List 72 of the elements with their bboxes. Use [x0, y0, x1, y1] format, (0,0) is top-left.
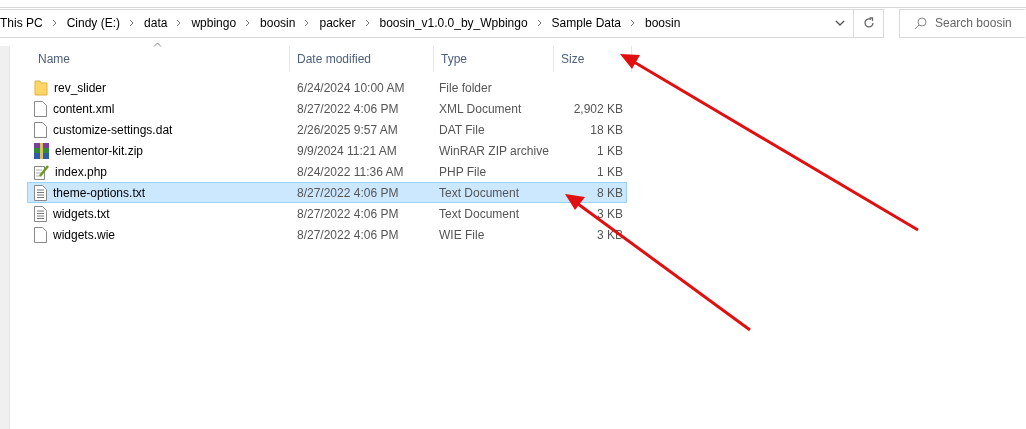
- breadcrumb-item[interactable]: boosin: [645, 16, 681, 30]
- date-modified: 8/27/2022 4:06 PM: [296, 185, 400, 200]
- file-size: 1 KB: [596, 164, 623, 179]
- file-name: rev_slider: [54, 80, 107, 95]
- text-file-icon: [34, 205, 47, 222]
- archive-icon: [34, 142, 49, 159]
- column-header[interactable]: Name: [38, 52, 70, 66]
- file-row[interactable]: elementor-kit.zip 9/9/2024 11:21 AM WinRAR ZIP archive 1 KB: [27, 140, 627, 161]
- breadcrumb-item[interactable]: packer: [319, 16, 356, 30]
- folder-icon: [34, 79, 48, 96]
- breadcrumb-item[interactable]: Cindy (E:): [66, 16, 121, 30]
- file-type: PHP File: [438, 164, 488, 179]
- column-header[interactable]: Date modified: [297, 52, 372, 66]
- refresh-icon: [862, 17, 875, 29]
- refresh-button[interactable]: [854, 8, 884, 38]
- chevron-icon: [364, 19, 371, 27]
- sort-caret-icon: [153, 42, 162, 47]
- breadcrumb-item[interactable]: This PC: [0, 16, 43, 30]
- file-type: Text Document: [438, 185, 521, 200]
- chevron-icon: [51, 19, 58, 27]
- date-modified: 9/9/2024 11:21 AM: [296, 143, 398, 158]
- date-modified: 8/24/2022 11:36 AM: [296, 164, 405, 179]
- date-modified: 8/27/2022 4:06 PM: [296, 206, 400, 221]
- date-modified: 2/26/2025 9:57 AM: [296, 122, 399, 137]
- file-size: 18 KB: [589, 122, 623, 137]
- chevron-icon: [536, 19, 543, 27]
- file-size: 2,902 KB: [572, 101, 623, 116]
- search-field[interactable]: Search boosin: [899, 8, 1025, 38]
- file-type: File folder: [438, 80, 493, 95]
- chevron-icon: [176, 19, 183, 27]
- file-name: theme-options.txt: [53, 185, 146, 200]
- file-name: customize-settings.dat: [53, 122, 173, 137]
- file-row[interactable]: widgets.txt 8/27/2022 4:06 PM Text Document 3 KB: [27, 203, 627, 224]
- file-icon: [34, 226, 47, 243]
- file-name: index.php: [55, 164, 108, 179]
- file-type: WinRAR ZIP archive: [438, 143, 550, 158]
- file-type: WIE File: [438, 227, 486, 242]
- date-modified: 8/27/2022 4:06 PM: [296, 101, 400, 116]
- file-name: widgets.txt: [53, 206, 110, 221]
- text-file-icon: [34, 184, 47, 201]
- date-modified: 8/27/2022 4:06 PM: [296, 227, 400, 242]
- breadcrumb-item[interactable]: boosin: [260, 16, 296, 30]
- file-name: content.xml: [53, 101, 115, 116]
- file-row[interactable]: index.php 8/24/2022 11:36 AM PHP File 1 KB: [27, 161, 627, 182]
- file-type: Text Document: [438, 206, 521, 221]
- dropdown-icon[interactable]: [835, 20, 845, 26]
- breadcrumb-item[interactable]: boosin_v1.0.0_by_Wpbingo: [379, 16, 528, 30]
- file-row[interactable]: theme-options.txt 8/27/2022 4:06 PM Text Document 8 KB: [27, 182, 627, 203]
- date-modified: 6/24/2024 10:00 AM: [296, 80, 406, 95]
- file-size: 1 KB: [596, 143, 623, 158]
- search-icon: [914, 16, 927, 30]
- file-icon: [34, 100, 47, 117]
- file-row[interactable]: customize-settings.dat 2/26/2025 9:57 AM DAT File 18 KB: [27, 119, 627, 140]
- breadcrumb-item[interactable]: wpbingo: [191, 16, 237, 30]
- chevron-icon: [129, 19, 136, 27]
- breadcrumb-item[interactable]: data: [144, 16, 168, 30]
- column-header[interactable]: Size: [561, 52, 585, 66]
- file-row[interactable]: rev_slider 6/24/2024 10:00 AM File folder: [27, 77, 627, 98]
- file-row[interactable]: content.xml 8/27/2022 4:06 PM XML Document 2,902 KB: [27, 98, 627, 119]
- file-type: DAT File: [438, 122, 486, 137]
- script-file-icon: [34, 163, 49, 180]
- file-type: XML Document: [438, 101, 523, 116]
- breadcrumb-item[interactable]: Sample Data: [551, 16, 621, 30]
- file-name: widgets.wie: [53, 227, 116, 242]
- file-name: elementor-kit.zip: [55, 143, 144, 158]
- chevron-icon: [245, 19, 252, 27]
- chevron-icon: [304, 19, 311, 27]
- file-size: 3 KB: [596, 206, 623, 221]
- file-icon: [34, 121, 47, 138]
- file-size: 8 KB: [596, 185, 623, 200]
- chevron-icon: [630, 19, 636, 27]
- column-header[interactable]: Type: [441, 52, 467, 66]
